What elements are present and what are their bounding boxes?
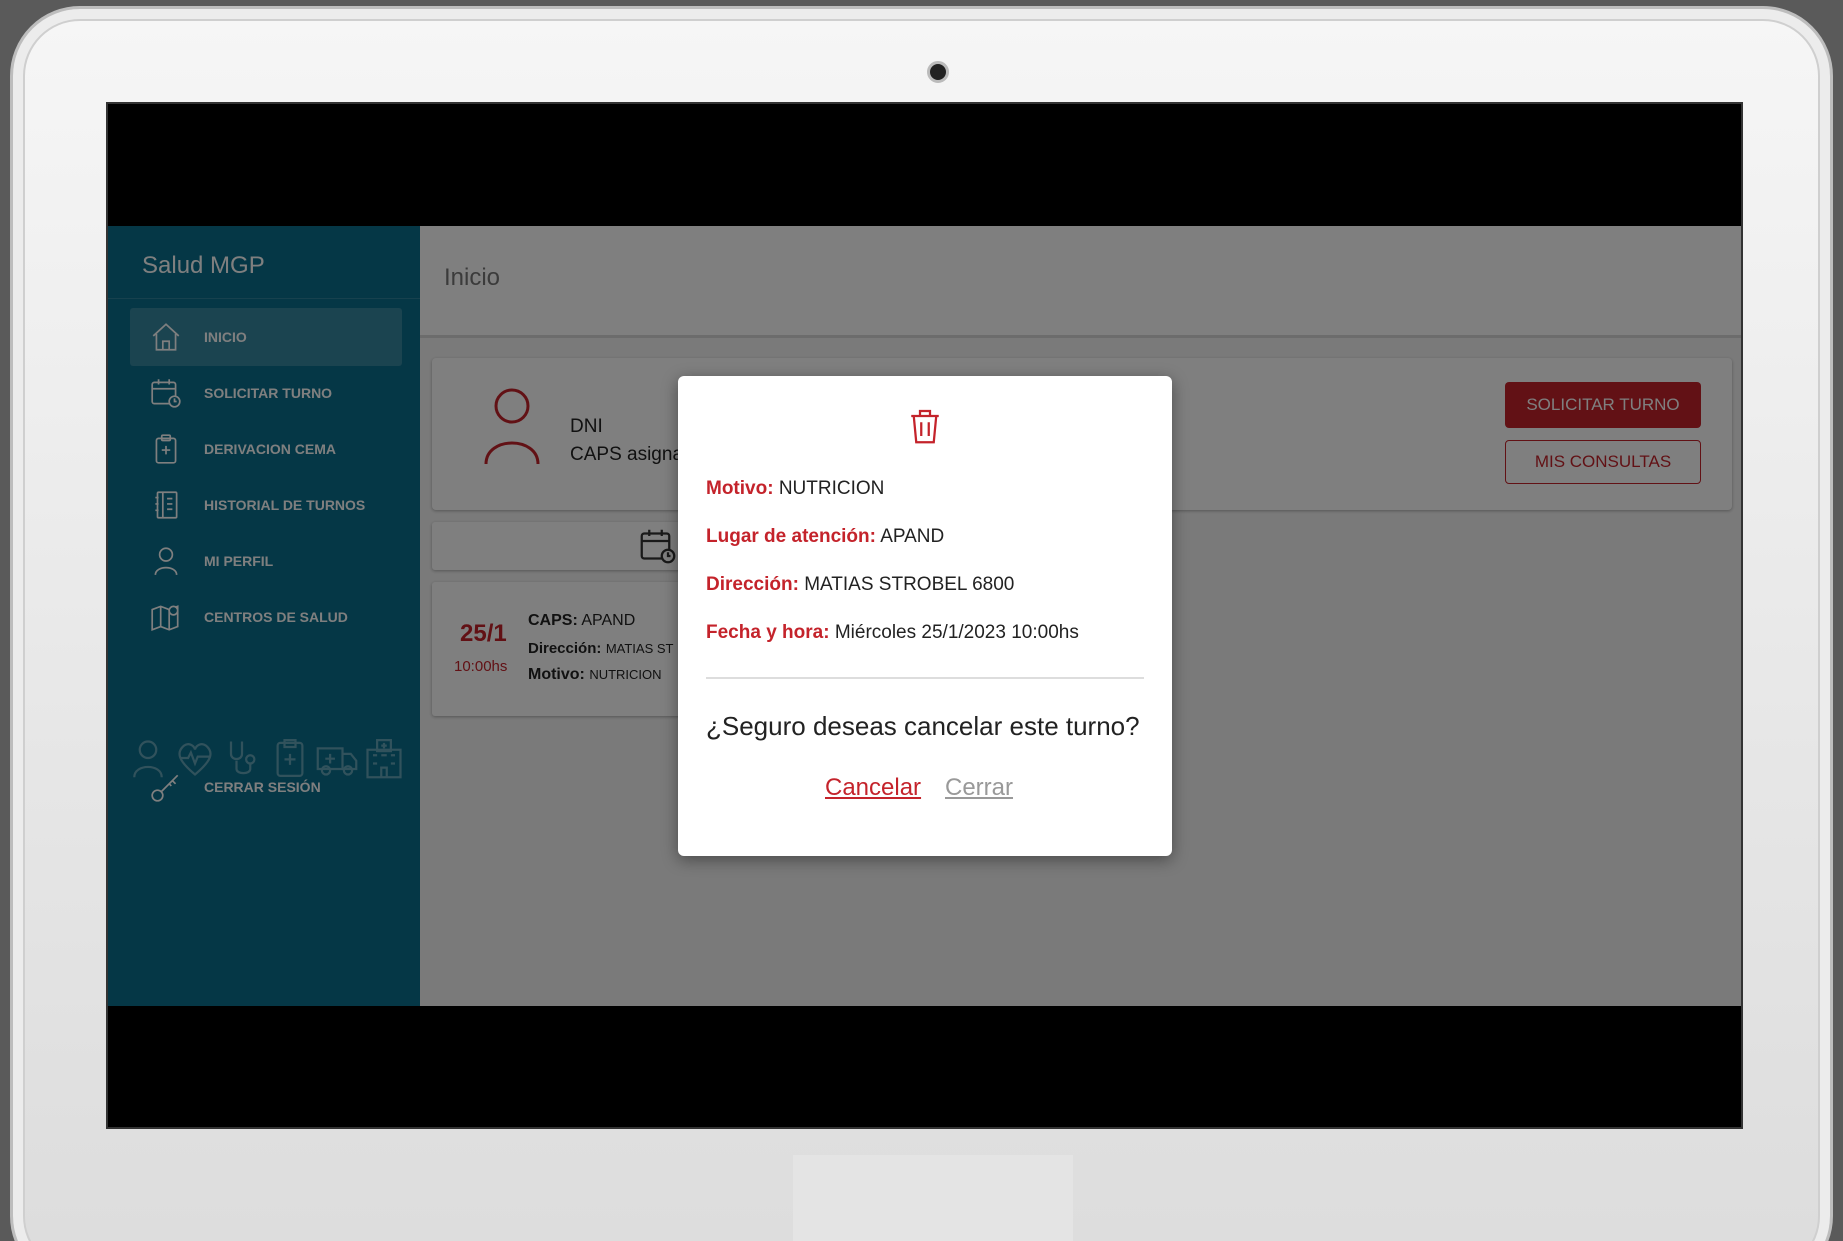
device-stand bbox=[793, 1155, 1073, 1241]
camera bbox=[927, 61, 949, 83]
app-window: Salud MGP INICIO SOLICITAR TURNO DERIVAC… bbox=[108, 226, 1741, 1006]
confirm-cancel-button[interactable]: Cancelar bbox=[825, 774, 921, 802]
cancel-appointment-dialog: Motivo: NUTRICION Lugar de atención: APA… bbox=[678, 376, 1172, 856]
dialog-divider bbox=[706, 677, 1144, 679]
dialog-datetime-value: Miércoles 25/1/2023 10:00hs bbox=[834, 622, 1079, 643]
dialog-place-value: APAND bbox=[880, 526, 945, 547]
trash-icon bbox=[905, 406, 945, 446]
dialog-datetime-label: Fecha y hora: bbox=[706, 622, 830, 643]
dialog-address: Dirección: MATIAS STROBEL 6800 bbox=[706, 574, 1014, 596]
dialog-place: Lugar de atención: APAND bbox=[706, 526, 944, 548]
dialog-reason-label: Motivo: bbox=[706, 478, 774, 499]
dialog-address-label: Dirección: bbox=[706, 574, 799, 595]
dialog-question: ¿Seguro deseas cancelar este turno? bbox=[706, 711, 1140, 741]
dialog-reason-value: NUTRICION bbox=[778, 478, 885, 499]
dialog-datetime: Fecha y hora: Miércoles 25/1/2023 10:00h… bbox=[706, 622, 1079, 644]
dialog-place-label: Lugar de atención: bbox=[706, 526, 876, 547]
close-dialog-button[interactable]: Cerrar bbox=[945, 774, 1013, 802]
dialog-address-value: MATIAS STROBEL 6800 bbox=[804, 574, 1015, 595]
dialog-reason: Motivo: NUTRICION bbox=[706, 478, 884, 500]
screen: Salud MGP INICIO SOLICITAR TURNO DERIVAC… bbox=[106, 102, 1743, 1129]
